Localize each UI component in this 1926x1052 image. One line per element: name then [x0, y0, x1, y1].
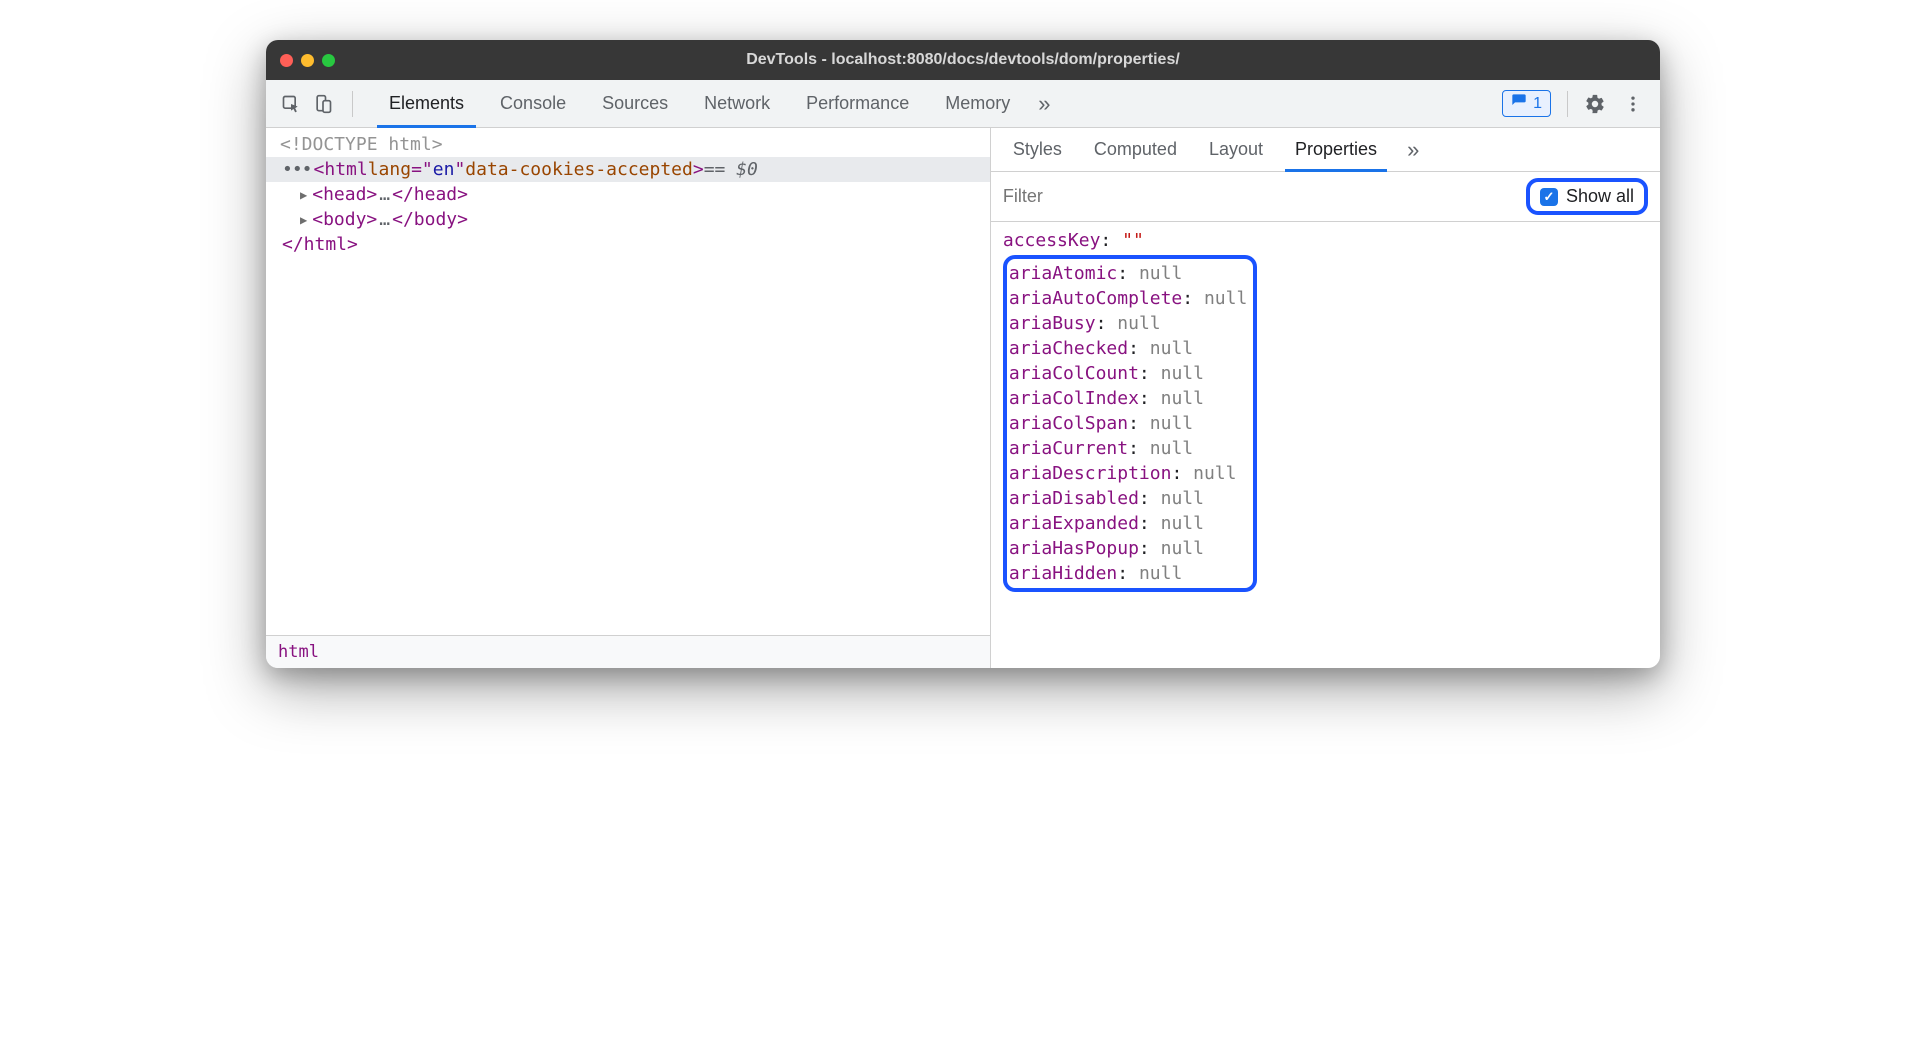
- subtab-layout[interactable]: Layout: [1193, 128, 1279, 171]
- separator: [1567, 91, 1568, 117]
- property-row[interactable]: accessKey: "": [1003, 228, 1648, 253]
- titlebar: DevTools - localhost:8080/docs/devtools/…: [266, 40, 1660, 80]
- property-row[interactable]: ariaChecked: null: [1009, 336, 1247, 361]
- properties-list[interactable]: accessKey: "" ariaAtomic: nullariaAutoCo…: [991, 222, 1660, 668]
- settings-icon[interactable]: [1584, 93, 1606, 115]
- window-controls: [280, 54, 335, 67]
- tab-elements[interactable]: Elements: [371, 80, 482, 127]
- show-all-toggle[interactable]: ✓ Show all: [1526, 178, 1648, 215]
- property-row[interactable]: ariaDisabled: null: [1009, 486, 1247, 511]
- close-window-button[interactable]: [280, 54, 293, 67]
- main-tabs: Elements Console Sources Network Perform…: [371, 80, 1502, 127]
- tab-console[interactable]: Console: [482, 80, 584, 127]
- devtools-window: DevTools - localhost:8080/docs/devtools/…: [266, 40, 1660, 668]
- expand-triangle-icon[interactable]: ▶: [300, 188, 307, 202]
- highlighted-properties: ariaAtomic: nullariaAutoComplete: nullar…: [1003, 255, 1257, 592]
- property-row[interactable]: ariaExpanded: null: [1009, 511, 1247, 536]
- property-row[interactable]: ariaBusy: null: [1009, 311, 1247, 336]
- subtab-properties[interactable]: Properties: [1279, 128, 1393, 171]
- property-row[interactable]: ariaHasPopup: null: [1009, 536, 1247, 561]
- window-title: DevTools - localhost:8080/docs/devtools/…: [266, 51, 1660, 69]
- property-row[interactable]: ariaColIndex: null: [1009, 386, 1247, 411]
- main-toolbar: Elements Console Sources Network Perform…: [266, 80, 1660, 128]
- dom-tree-pane: <!DOCTYPE html> ••• <html lang =" en " d…: [266, 128, 991, 668]
- dom-doctype[interactable]: <!DOCTYPE html>: [266, 132, 990, 157]
- issues-badge[interactable]: 1: [1502, 90, 1551, 117]
- issues-icon: [1511, 93, 1527, 114]
- issues-count: 1: [1533, 95, 1542, 113]
- subtab-computed[interactable]: Computed: [1078, 128, 1193, 171]
- property-row[interactable]: ariaAutoComplete: null: [1009, 286, 1247, 311]
- filter-input[interactable]: [1003, 186, 1514, 207]
- dom-tree[interactable]: <!DOCTYPE html> ••• <html lang =" en " d…: [266, 128, 990, 635]
- expand-triangle-icon[interactable]: ▶: [300, 213, 307, 227]
- property-row[interactable]: ariaDescription: null: [1009, 461, 1247, 486]
- device-toggle-icon[interactable]: [312, 93, 334, 115]
- show-all-label: Show all: [1566, 186, 1634, 207]
- sidebar-pane: Styles Computed Layout Properties » ✓ Sh…: [991, 128, 1660, 668]
- tab-network[interactable]: Network: [686, 80, 788, 127]
- panes: <!DOCTYPE html> ••• <html lang =" en " d…: [266, 128, 1660, 668]
- subtab-styles[interactable]: Styles: [997, 128, 1078, 171]
- tab-sources[interactable]: Sources: [584, 80, 686, 127]
- inspect-element-icon[interactable]: [280, 93, 302, 115]
- zoom-window-button[interactable]: [322, 54, 335, 67]
- property-row[interactable]: ariaColSpan: null: [1009, 411, 1247, 436]
- tab-performance[interactable]: Performance: [788, 80, 927, 127]
- separator: [352, 91, 353, 117]
- checkbox-checked-icon[interactable]: ✓: [1540, 188, 1558, 206]
- filter-row: ✓ Show all: [991, 172, 1660, 222]
- dom-node-body[interactable]: ▶ <body> … </body>: [266, 207, 990, 232]
- property-row[interactable]: ariaAtomic: null: [1009, 261, 1247, 286]
- kebab-menu-icon[interactable]: [1622, 93, 1644, 115]
- dom-node-html[interactable]: ••• <html lang =" en " data-cookies-acce…: [266, 157, 990, 182]
- ellipsis-icon: •••: [282, 159, 312, 180]
- property-row[interactable]: ariaHidden: null: [1009, 561, 1247, 586]
- minimize-window-button[interactable]: [301, 54, 314, 67]
- dom-close-html[interactable]: </html>: [266, 232, 990, 257]
- dom-node-head[interactable]: ▶ <head> … </head>: [266, 182, 990, 207]
- tab-memory[interactable]: Memory: [927, 80, 1028, 127]
- more-tabs-button[interactable]: »: [1028, 80, 1060, 127]
- property-row[interactable]: ariaColCount: null: [1009, 361, 1247, 386]
- property-row[interactable]: ariaCurrent: null: [1009, 436, 1247, 461]
- breadcrumb[interactable]: html: [266, 635, 990, 668]
- sidebar-tabs: Styles Computed Layout Properties »: [991, 128, 1660, 172]
- more-subtabs-button[interactable]: »: [1397, 137, 1429, 163]
